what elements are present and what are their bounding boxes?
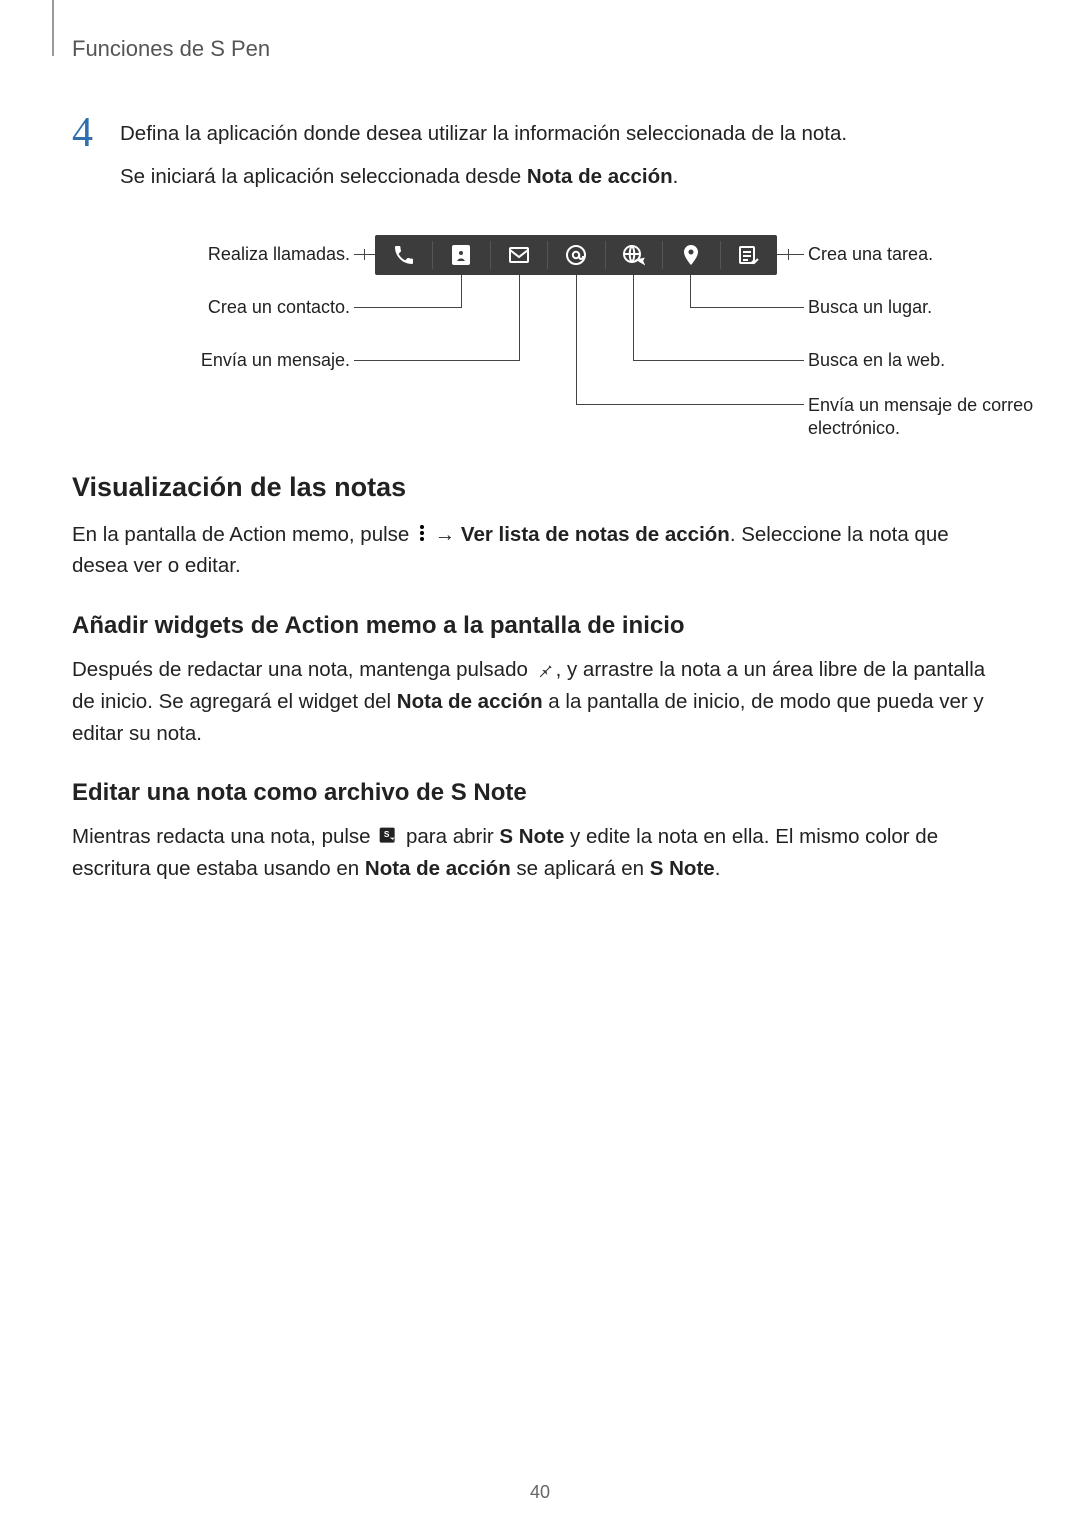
line — [364, 249, 365, 260]
line — [576, 275, 577, 405]
label-call: Realiza llamadas. — [170, 244, 350, 265]
label-web: Busca en la web. — [808, 350, 945, 371]
label-contact: Crea un contacto. — [160, 297, 350, 318]
pin-icon — [536, 660, 554, 678]
line — [633, 360, 804, 361]
line — [777, 254, 804, 255]
step-line-2: Se iniciará la aplicación seleccionada d… — [120, 161, 847, 194]
line — [690, 275, 691, 308]
line — [576, 404, 804, 405]
location-pin-icon — [662, 235, 719, 275]
step-line-1: Defina la aplicación donde desea utiliza… — [120, 118, 847, 151]
message-icon — [490, 235, 547, 275]
para-view-notes: En la pantalla de Action memo, pulse → V… — [72, 519, 1008, 583]
contact-icon — [432, 235, 489, 275]
line — [519, 275, 520, 361]
svg-text:S: S — [384, 829, 390, 839]
label-message: Envía un mensaje. — [150, 350, 350, 371]
line — [633, 275, 634, 361]
more-options-icon — [417, 523, 427, 543]
para-add-widgets: Después de redactar una nota, mantenga p… — [72, 654, 1008, 749]
page-number: 40 — [0, 1482, 1080, 1503]
label-task: Crea una tarea. — [808, 244, 933, 265]
step-4: 4 Defina la aplicación donde desea utili… — [72, 118, 1008, 194]
heading-add-widgets: Añadir widgets de Action memo a la panta… — [72, 612, 1008, 640]
label-email: Envía un mensaje de correo electrónico. — [808, 394, 1038, 441]
label-place: Busca un lugar. — [808, 297, 932, 318]
line — [354, 307, 461, 308]
header-rule — [52, 0, 54, 56]
icon-bar — [375, 235, 777, 275]
line — [690, 307, 804, 308]
line — [788, 249, 789, 260]
para-edit-snote: Mientras redacta una nota, pulse S para … — [72, 821, 1008, 885]
email-at-icon — [547, 235, 604, 275]
line — [461, 275, 462, 308]
heading-view-notes: Visualización de las notas — [72, 472, 1008, 503]
phone-icon — [375, 235, 432, 275]
line — [354, 360, 519, 361]
page-header: Funciones de S Pen — [72, 36, 1008, 62]
snote-export-icon: S — [378, 826, 398, 846]
step-number: 4 — [72, 112, 102, 154]
globe-icon — [605, 235, 662, 275]
task-icon — [720, 235, 777, 275]
action-icons-diagram: Realiza llamadas. Crea un contacto. Enví… — [72, 222, 1008, 432]
heading-edit-snote: Editar una nota como archivo de S Note — [72, 779, 1008, 807]
